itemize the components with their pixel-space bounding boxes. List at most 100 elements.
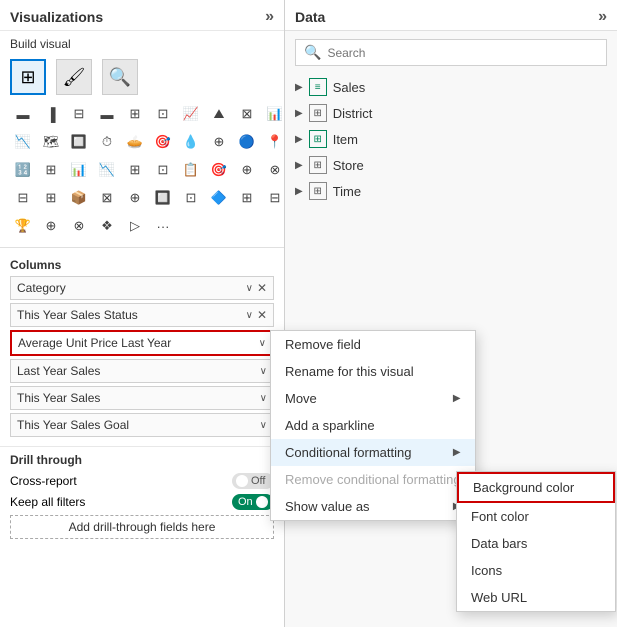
- tree-item-item[interactable]: ▶ ⊞ Item: [295, 126, 607, 152]
- visualizations-panel: Visualizations » Build visual ⊞ 🖌 🔍 ▬ ▐ …: [0, 0, 285, 627]
- field-status-remove-icon[interactable]: ✕: [257, 308, 267, 322]
- format-icon-button[interactable]: 🖌: [56, 59, 92, 95]
- viz-icon-funnel[interactable]: 🔲: [66, 129, 92, 155]
- viz-icon-waterfall[interactable]: 🗺: [38, 129, 64, 155]
- viz-icon-text-box[interactable]: 🔷: [206, 185, 232, 211]
- tree-icon-item: ⊞: [309, 130, 327, 148]
- viz-icon-scatter[interactable]: ⏱: [94, 129, 120, 155]
- viz-collapse-button[interactable]: »: [265, 8, 274, 26]
- build-visual-label: Build visual: [0, 31, 284, 55]
- viz-icon-stacked-area[interactable]: ⊠: [234, 101, 260, 127]
- field-category-dropdown-icon[interactable]: ∨: [246, 283, 253, 294]
- field-this-year-sales-status[interactable]: This Year Sales Status ∨ ✕: [10, 303, 274, 327]
- submenu-background-color-label: Background color: [473, 480, 574, 495]
- drill-through-label: Drill through: [10, 453, 274, 467]
- table-icon-button[interactable]: ⊞: [10, 59, 46, 95]
- viz-icon-100-bar[interactable]: ⊟: [66, 101, 92, 127]
- viz-icon-more[interactable]: ···: [150, 213, 176, 239]
- viz-icon-clustered-bar[interactable]: ▐: [38, 101, 64, 127]
- viz-icon-pie[interactable]: 🥧: [122, 129, 148, 155]
- field-status-dropdown-icon[interactable]: ∨: [246, 310, 253, 321]
- submenu-icons-label: Icons: [471, 563, 502, 578]
- search-input[interactable]: [327, 46, 598, 60]
- field-last-year-sales[interactable]: Last Year Sales ∨: [10, 359, 274, 383]
- viz-icon-100-col[interactable]: ⊡: [150, 101, 176, 127]
- tree-item-district[interactable]: ▶ ⊞ District: [295, 100, 607, 126]
- submenu-font-color-label: Font color: [471, 509, 529, 524]
- viz-panel-title: Visualizations: [10, 9, 103, 25]
- menu-add-sparkline[interactable]: Add a sparkline: [271, 412, 475, 439]
- data-panel-title: Data: [295, 9, 325, 25]
- submenu-web-url[interactable]: Web URL: [457, 584, 615, 611]
- field-avg-dropdown-icon[interactable]: ∨: [259, 338, 266, 349]
- viz-icon-decomp-tree[interactable]: ⊗: [262, 157, 285, 183]
- menu-move[interactable]: Move ▶: [271, 385, 475, 412]
- cross-report-toggle[interactable]: Off: [232, 473, 274, 489]
- viz-icon-qna[interactable]: ⊕: [234, 157, 260, 183]
- viz-icon-paginated[interactable]: ⊞: [38, 185, 64, 211]
- data-search-box[interactable]: 🔍: [295, 39, 607, 66]
- viz-icon-donut[interactable]: 🎯: [150, 129, 176, 155]
- viz-icon-shapes[interactable]: ⊟: [262, 185, 285, 211]
- viz-icon-matrix[interactable]: ⊡: [150, 157, 176, 183]
- submenu-background-color[interactable]: Background color: [457, 472, 615, 503]
- menu-show-value-as[interactable]: Show value as ▶: [271, 493, 475, 520]
- viz-icon-python[interactable]: 📦: [66, 185, 92, 211]
- tree-arrow-sales: ▶: [295, 82, 303, 93]
- menu-rename[interactable]: Rename for this visual: [271, 358, 475, 385]
- viz-icon-gauge[interactable]: 📉: [94, 157, 120, 183]
- viz-icon-circle[interactable]: ⊕: [38, 213, 64, 239]
- field-goal-dropdown-icon[interactable]: ∨: [260, 420, 267, 431]
- field-this-year-sales[interactable]: This Year Sales ∨: [10, 386, 274, 410]
- viz-icon-key-influencers[interactable]: ⊟: [10, 185, 36, 211]
- add-drillthrough-field[interactable]: Add drill-through fields here: [10, 515, 274, 539]
- menu-remove-field[interactable]: Remove field: [271, 331, 475, 358]
- viz-icon-map[interactable]: ⊕: [206, 129, 232, 155]
- viz-icon-treemap[interactable]: 💧: [178, 129, 204, 155]
- field-this-year-sales-goal-label: This Year Sales Goal: [17, 418, 129, 432]
- field-this-yr-dropdown-icon[interactable]: ∨: [260, 393, 267, 404]
- field-category-remove-icon[interactable]: ✕: [257, 281, 267, 295]
- viz-icon-filled-map[interactable]: 🔵: [234, 129, 260, 155]
- submenu-icons[interactable]: Icons: [457, 557, 615, 584]
- tree-item-sales[interactable]: ▶ ≡ Sales: [295, 74, 607, 100]
- field-last-yr-dropdown-icon[interactable]: ∨: [260, 366, 267, 377]
- tree-item-time[interactable]: ▶ ⊞ Time: [295, 178, 607, 204]
- tree-label-sales: Sales: [333, 80, 366, 95]
- analytics-icon-button[interactable]: 🔍: [102, 59, 138, 95]
- viz-icon-play[interactable]: ▷: [122, 213, 148, 239]
- viz-icon-multirow-card[interactable]: ⊞: [38, 157, 64, 183]
- viz-icon-line-col[interactable]: 📊: [262, 101, 285, 127]
- viz-icon-diamond[interactable]: ❖: [94, 213, 120, 239]
- viz-icon-stacked-bar[interactable]: ▬: [10, 101, 36, 127]
- viz-icon-table[interactable]: ⊞: [122, 157, 148, 183]
- submenu-font-color[interactable]: Font color: [457, 503, 615, 530]
- viz-icon-ribbon[interactable]: 📉: [10, 129, 36, 155]
- viz-icon-smart-narrative[interactable]: 🎯: [206, 157, 232, 183]
- viz-icon-power-automate[interactable]: 🔲: [150, 185, 176, 211]
- data-collapse-button[interactable]: »: [598, 8, 607, 26]
- viz-icon-button[interactable]: ⊡: [178, 185, 204, 211]
- viz-icon-stacked-col[interactable]: ▬: [94, 101, 120, 127]
- viz-icon-slicer[interactable]: 📋: [178, 157, 204, 183]
- viz-icon-shape-map[interactable]: 📍: [262, 129, 285, 155]
- viz-panel-header: Visualizations »: [0, 0, 284, 31]
- viz-icon-line[interactable]: 📈: [178, 101, 204, 127]
- viz-icon-card[interactable]: 🔢: [10, 157, 36, 183]
- viz-icon-area[interactable]: ⛰: [206, 101, 232, 127]
- viz-icon-image[interactable]: ⊞: [234, 185, 260, 211]
- viz-icon-trophy[interactable]: 🏆: [10, 213, 36, 239]
- viz-icon-cross[interactable]: ⊗: [66, 213, 92, 239]
- keep-filters-toggle[interactable]: On: [232, 494, 274, 510]
- submenu-data-bars[interactable]: Data bars: [457, 530, 615, 557]
- tree-item-store[interactable]: ▶ ⊞ Store: [295, 152, 607, 178]
- viz-icon-azure-maps[interactable]: ⊕: [122, 185, 148, 211]
- viz-icon-clustered-col[interactable]: ⊞: [122, 101, 148, 127]
- field-avg-unit-price[interactable]: Average Unit Price Last Year ∨: [10, 330, 274, 356]
- menu-move-arrow: ▶: [453, 393, 461, 404]
- field-this-year-sales-goal[interactable]: This Year Sales Goal ∨: [10, 413, 274, 437]
- viz-icon-kpi[interactable]: 📊: [66, 157, 92, 183]
- viz-icon-r[interactable]: ⊠: [94, 185, 120, 211]
- menu-conditional-formatting[interactable]: Conditional formatting ▶: [271, 439, 475, 466]
- field-category[interactable]: Category ∨ ✕: [10, 276, 274, 300]
